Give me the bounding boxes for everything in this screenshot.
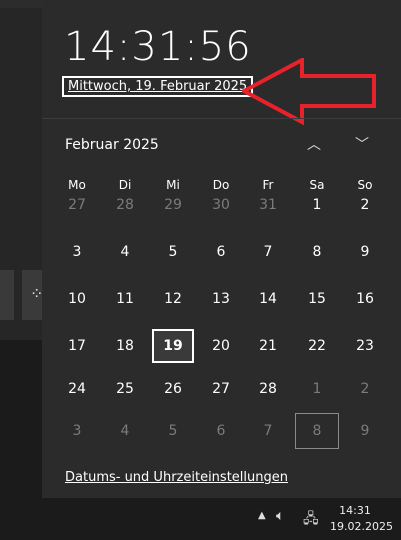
- taskbar-date: 19.02.2025: [330, 520, 393, 533]
- background-window: ⁘: [0, 0, 43, 498]
- month-label[interactable]: Februar 2025: [65, 137, 159, 153]
- calendar-day[interactable]: 7: [245, 414, 291, 448]
- calendar-day[interactable]: 5: [150, 414, 196, 448]
- calendar-day[interactable]: 27: [198, 372, 244, 406]
- calendar-day[interactable]: 16: [342, 282, 388, 316]
- calendar-day[interactable]: 6: [198, 414, 244, 448]
- taskbar-clock[interactable]: 14:31 19.02.2025: [330, 503, 393, 535]
- calendar-day[interactable]: 13: [198, 282, 244, 316]
- calendar-day[interactable]: 23: [342, 329, 388, 363]
- date-time-settings-link[interactable]: Datums- und Uhrzeiteinstellungen: [65, 470, 288, 485]
- calendar-day[interactable]: 8: [294, 235, 340, 269]
- calendar-day[interactable]: 22: [294, 329, 340, 363]
- taskbar: ▲ 🔈︎ 🖧︎ 14:31 19.02.2025: [0, 498, 401, 540]
- calendar-day[interactable]: 20: [198, 329, 244, 363]
- calendar-day[interactable]: 4: [102, 414, 148, 448]
- calendar-day[interactable]: 12: [150, 282, 196, 316]
- calendar-day[interactable]: 15: [294, 282, 340, 316]
- calendar-day[interactable]: 28: [245, 372, 291, 406]
- calendar-day[interactable]: 25: [102, 372, 148, 406]
- calendar-day[interactable]: 2: [342, 372, 388, 406]
- calendar-day[interactable]: 17: [54, 329, 100, 363]
- calendar-day[interactable]: 29: [150, 188, 196, 222]
- chevron-down-icon[interactable]: ﹀: [355, 134, 369, 154]
- calendar-day[interactable]: 30: [198, 188, 244, 222]
- long-date-link[interactable]: Mittwoch, 19. Februar 2025: [62, 76, 254, 97]
- calendar-day[interactable]: 31: [245, 188, 291, 222]
- calendar-day[interactable]: 7: [245, 235, 291, 269]
- calendar-day[interactable]: 1: [294, 188, 340, 222]
- taskbar-time: 14:31: [339, 504, 371, 517]
- calendar-day[interactable]: 26: [150, 372, 196, 406]
- calendar-day[interactable]: 14: [245, 282, 291, 316]
- background-dark-area: [0, 340, 42, 498]
- calendar-day[interactable]: 6: [198, 235, 244, 269]
- calendar-day[interactable]: 18: [102, 329, 148, 363]
- calendar-day[interactable]: 4: [102, 235, 148, 269]
- calendar-day[interactable]: 27: [54, 188, 100, 222]
- calendar-day[interactable]: 8: [295, 413, 339, 449]
- background-panel: [0, 270, 14, 320]
- calendar-day[interactable]: 1: [294, 372, 340, 406]
- red-arrow-annotation: [242, 58, 376, 126]
- calendar-day[interactable]: 28: [102, 188, 148, 222]
- background-strip: [0, 0, 42, 8]
- network-icon[interactable]: 🖧︎: [303, 508, 319, 532]
- divider: [42, 118, 401, 119]
- calendar-day[interactable]: 24: [54, 372, 100, 406]
- background-top-strip: [42, 0, 401, 8]
- calendar-flyout: 14:31:56 Mittwoch, 19. Februar 2025 Febr…: [42, 8, 401, 498]
- show-hidden-icons-icon[interactable]: ▲: [258, 510, 266, 521]
- calendar-day[interactable]: 9: [342, 414, 388, 448]
- calendar-day[interactable]: 5: [150, 235, 196, 269]
- chevron-up-icon[interactable]: ︿: [307, 134, 321, 154]
- volume-icon[interactable]: 🔈︎: [276, 508, 284, 524]
- calendar-day[interactable]: 3: [54, 235, 100, 269]
- calendar-day-today[interactable]: 19: [152, 329, 194, 363]
- calendar-day[interactable]: 10: [54, 282, 100, 316]
- calendar-day[interactable]: 11: [102, 282, 148, 316]
- calendar-day[interactable]: 3: [54, 414, 100, 448]
- calendar-day[interactable]: 21: [245, 329, 291, 363]
- calendar-day[interactable]: 9: [342, 235, 388, 269]
- calendar-day[interactable]: 2: [342, 188, 388, 222]
- background-tile: ⁘: [22, 270, 43, 320]
- clock-time: 14:31:56: [64, 24, 252, 70]
